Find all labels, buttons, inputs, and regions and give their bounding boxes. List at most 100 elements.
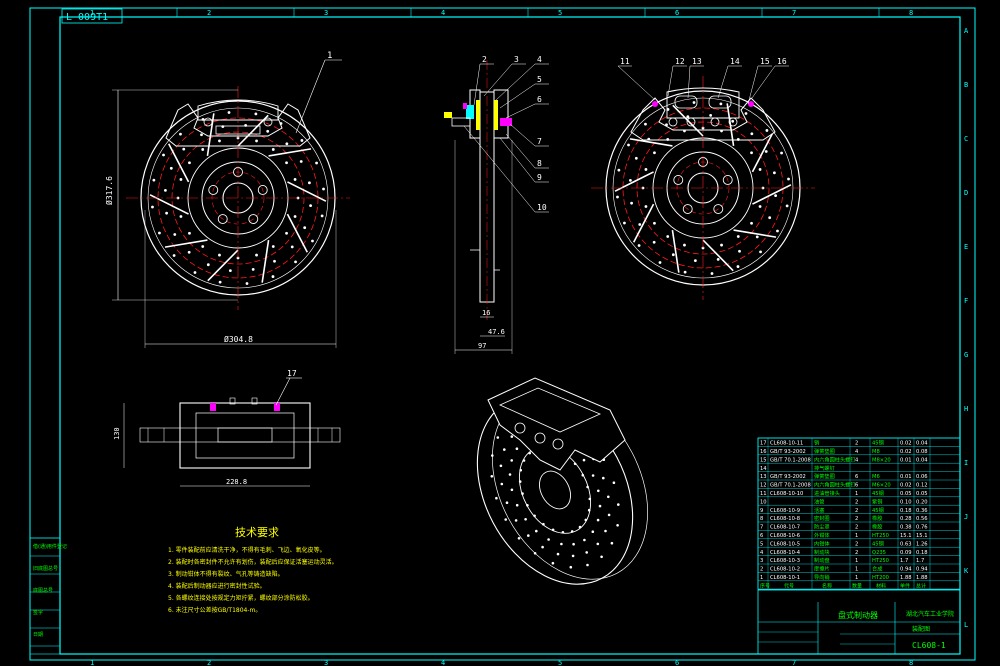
iso-drill-hole — [505, 501, 509, 505]
iso-drill-hole — [598, 504, 602, 508]
rotor-slot — [632, 203, 655, 243]
bom-cell-name: 销 — [814, 439, 819, 447]
piston — [466, 105, 474, 119]
drill-hole — [683, 243, 686, 247]
zone-col-label: 2 — [207, 659, 211, 666]
zone-row-label: D — [964, 189, 968, 197]
tech-note-line: 3. 制动钳体不得有裂纹、气孔等铸造缺陷。 — [168, 570, 284, 578]
balloon-label: 11 — [620, 57, 630, 66]
bom-cell-name: 密封圈 — [814, 514, 830, 522]
iso-drill-hole — [591, 474, 595, 477]
bom-cell-no: 16 — [760, 449, 767, 455]
bom-cell-w2: 0.18 — [916, 550, 928, 556]
bom-cell-no: 12 — [760, 483, 767, 489]
bom-cell-w2: 1.7 — [916, 558, 924, 564]
drill-hole — [309, 204, 313, 208]
drill-hole — [785, 204, 789, 208]
rotor-slot — [286, 213, 309, 253]
drill-hole — [750, 151, 753, 155]
iso-drill-hole — [585, 551, 588, 554]
left-signature-strip: 借(通)用件登记旧底图总号底图总号签字日期 — [29, 537, 67, 655]
bom-cell-no: 8 — [760, 516, 763, 522]
drill-hole — [218, 139, 221, 143]
drill-hole — [759, 250, 762, 254]
bom-cell-name: 摩擦片 — [814, 565, 830, 573]
guide-pin-left — [652, 101, 658, 107]
balloon-leader — [747, 65, 759, 105]
iso-drill-hole — [500, 482, 504, 486]
drill-hole — [719, 102, 723, 106]
drill-hole — [179, 215, 183, 218]
title-block: 盘式制动器 湖北汽车工业学院 装配图 CL608-1 — [757, 589, 961, 655]
bom-cell-mat: HT200 — [872, 575, 889, 581]
bom-cell-code: CL608-10-1 — [770, 575, 800, 581]
isometric-view — [476, 377, 648, 585]
side-view: 47.6 16 97 — [444, 60, 513, 354]
iso-drill-hole — [556, 552, 560, 556]
bom-cell-w2: 0.05 — [916, 491, 928, 497]
sheet-label: 装配图 — [912, 625, 930, 633]
bom-cell-w2: 0.04 — [916, 441, 928, 447]
drill-hole — [308, 181, 311, 185]
drill-hole — [251, 268, 255, 271]
bom-cell-qty: 4 — [855, 449, 859, 455]
iso-drill-hole — [533, 552, 537, 555]
drill-hole — [152, 178, 156, 182]
drill-hole — [266, 129, 270, 133]
drill-hole — [285, 231, 288, 235]
drill-hole — [744, 112, 748, 115]
iso-drill-hole — [551, 561, 555, 565]
bom-cell-mat: M6×20 — [872, 483, 891, 489]
drill-hole — [758, 205, 762, 208]
balloon-label: 7 — [537, 137, 542, 146]
balloon-label: 3 — [514, 55, 519, 64]
bom-header-cell: 名称 — [822, 582, 832, 589]
balloon-leader — [499, 83, 536, 109]
bom-cell-w1: 0.01 — [900, 457, 912, 463]
bom-cell-mat: HT250 — [872, 533, 889, 539]
zone-row-label: J — [964, 513, 968, 521]
balloon-label: 8 — [537, 159, 542, 168]
drill-hole — [169, 166, 173, 170]
bom-cell-qty: 2 — [855, 525, 858, 531]
bom-cell-mat: 45钢 — [872, 489, 884, 497]
drill-hole — [255, 139, 258, 143]
bom-cell-name: 排气螺钉 — [814, 464, 835, 472]
bom-cell-w1: 15.1 — [900, 533, 912, 539]
zone-col-label: 5 — [558, 659, 562, 666]
rotor-slot — [733, 229, 777, 238]
hub-section — [470, 249, 500, 303]
iso-drill-hole — [551, 528, 555, 532]
bom-cell-w1: 0.02 — [900, 441, 912, 447]
top-bolt-1 — [210, 403, 216, 411]
bom-cell-mat: 合成 — [872, 565, 882, 573]
drill-hole — [750, 221, 753, 225]
iso-drill-hole — [571, 554, 575, 558]
bom-cell-mat: HT250 — [872, 558, 889, 564]
iso-drill-hole — [569, 565, 573, 569]
bom-cell-name: 导向销 — [814, 573, 830, 581]
iso-drill-hole — [570, 530, 574, 533]
iso-drill-hole — [518, 480, 522, 483]
bom-cell-no: 5 — [760, 541, 763, 547]
bom-cell-code: GB/T 70.1-2008 — [770, 483, 811, 489]
bom-cell-name: 制动块 — [814, 548, 830, 556]
bom-cell-w1: 1.88 — [900, 575, 912, 581]
iso-drill-hole — [607, 513, 611, 517]
tech-notes-list: 1. 零件装配前应清洗干净，不得有毛刺、飞边、氧化皮等。 2. 装配时各密封件不允… — [168, 546, 338, 614]
bom-cell-w2: 0.08 — [916, 449, 928, 455]
balloon-label: 10 — [537, 203, 547, 212]
bom-cell-no: 11 — [760, 491, 767, 497]
top-view: 130 228.8 17 — [113, 369, 341, 487]
bom-cell-w2: 0.76 — [916, 525, 928, 531]
drill-hole — [311, 239, 314, 243]
back-view — [591, 76, 815, 300]
drill-hole — [255, 253, 258, 257]
tech-note-line: 1. 零件装配前应清洗干净，不得有毛刺、飞边、氧化皮等。 — [168, 546, 326, 554]
zone-row-label: C — [964, 135, 968, 143]
drill-hole — [201, 148, 205, 151]
zone-col-label: 4 — [441, 9, 445, 17]
bom-cell-code: CL608-10-4 — [770, 550, 801, 556]
iso-drill-hole — [573, 462, 577, 466]
bill-of-materials: 17 CL608-10-11 销 2 45钢 0.02 0.0416 GB/T 93-2002… — [757, 437, 961, 590]
